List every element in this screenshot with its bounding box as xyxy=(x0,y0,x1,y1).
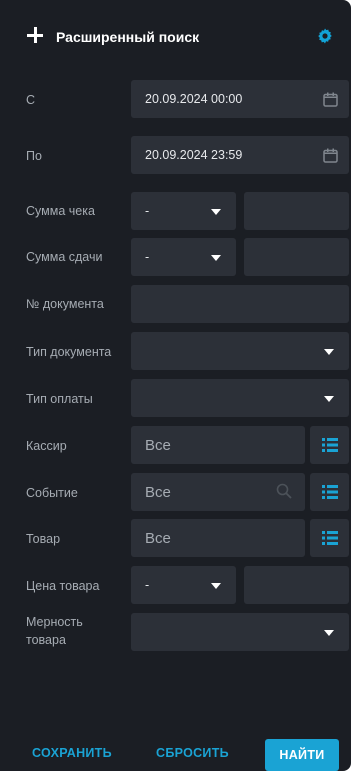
product-placeholder: Все xyxy=(145,529,171,547)
chevron-down-icon xyxy=(324,396,334,402)
reset-button[interactable]: СБРОСИТЬ xyxy=(156,746,229,760)
label-product-price: Цена товара xyxy=(26,579,100,593)
label-cashier: Кассир xyxy=(26,439,67,453)
product-price-operator-select[interactable]: - xyxy=(131,566,236,604)
doc-number-input[interactable] xyxy=(131,285,349,323)
label-receipt-sum: Сумма чека xyxy=(26,204,95,218)
event-input[interactable]: Все xyxy=(131,473,305,511)
change-sum-operator-select[interactable]: - xyxy=(131,238,236,276)
change-sum-operator: - xyxy=(145,250,150,264)
list-icon xyxy=(322,485,338,499)
plus-icon[interactable] xyxy=(27,27,43,43)
label-to: По xyxy=(26,149,42,163)
advanced-search-panel: Расширенный поиск С 20.09.2024 00:00 По … xyxy=(0,0,351,771)
find-button[interactable]: НАЙТИ xyxy=(265,739,339,771)
chevron-down-icon xyxy=(211,209,221,215)
date-to-field[interactable]: 20.09.2024 23:59 xyxy=(131,136,349,174)
receipt-sum-operator-select[interactable]: - xyxy=(131,192,236,230)
product-price-input[interactable] xyxy=(244,566,349,604)
product-unit-select[interactable] xyxy=(131,613,349,651)
cashier-placeholder: Все xyxy=(145,436,171,454)
calendar-icon[interactable] xyxy=(323,92,338,107)
calendar-icon[interactable] xyxy=(323,148,338,163)
label-doc-type: Тип документа xyxy=(26,345,112,359)
chevron-down-icon xyxy=(324,630,334,636)
gear-icon[interactable] xyxy=(317,28,333,44)
payment-type-select[interactable] xyxy=(131,379,349,417)
label-from: С xyxy=(26,93,36,107)
event-placeholder: Все xyxy=(145,483,171,501)
receipt-sum-operator: - xyxy=(145,204,150,218)
chevron-down-icon xyxy=(211,255,221,261)
event-list-button[interactable] xyxy=(310,473,349,511)
product-list-button[interactable] xyxy=(310,519,349,557)
change-sum-input[interactable] xyxy=(244,238,349,276)
panel-title: Расширенный поиск xyxy=(56,29,200,45)
label-change-sum: Сумма сдачи xyxy=(26,250,103,264)
label-product-unit-line2: товара xyxy=(26,633,66,647)
product-price-operator: - xyxy=(145,578,150,592)
receipt-sum-input[interactable] xyxy=(244,192,349,230)
label-doc-number: № документа xyxy=(26,297,104,311)
product-input[interactable]: Все xyxy=(131,519,305,557)
doc-type-select[interactable] xyxy=(131,332,349,370)
date-from-field[interactable]: 20.09.2024 00:00 xyxy=(131,80,349,118)
label-product-unit-line1: Мерность xyxy=(26,615,83,629)
save-button[interactable]: СОХРАНИТЬ xyxy=(32,746,112,760)
panel-header: Расширенный поиск xyxy=(0,0,351,78)
chevron-down-icon xyxy=(324,349,334,355)
chevron-down-icon xyxy=(211,583,221,589)
cashier-list-button[interactable] xyxy=(310,426,349,464)
cashier-input[interactable]: Все xyxy=(131,426,305,464)
date-from-value: 20.09.2024 00:00 xyxy=(145,92,243,106)
label-event: Событие xyxy=(26,486,78,500)
date-to-value: 20.09.2024 23:59 xyxy=(145,148,243,162)
list-icon xyxy=(322,438,338,452)
list-icon xyxy=(322,531,338,545)
search-icon[interactable] xyxy=(276,483,292,499)
label-payment-type: Тип оплаты xyxy=(26,392,93,406)
label-product: Товар xyxy=(26,532,61,546)
